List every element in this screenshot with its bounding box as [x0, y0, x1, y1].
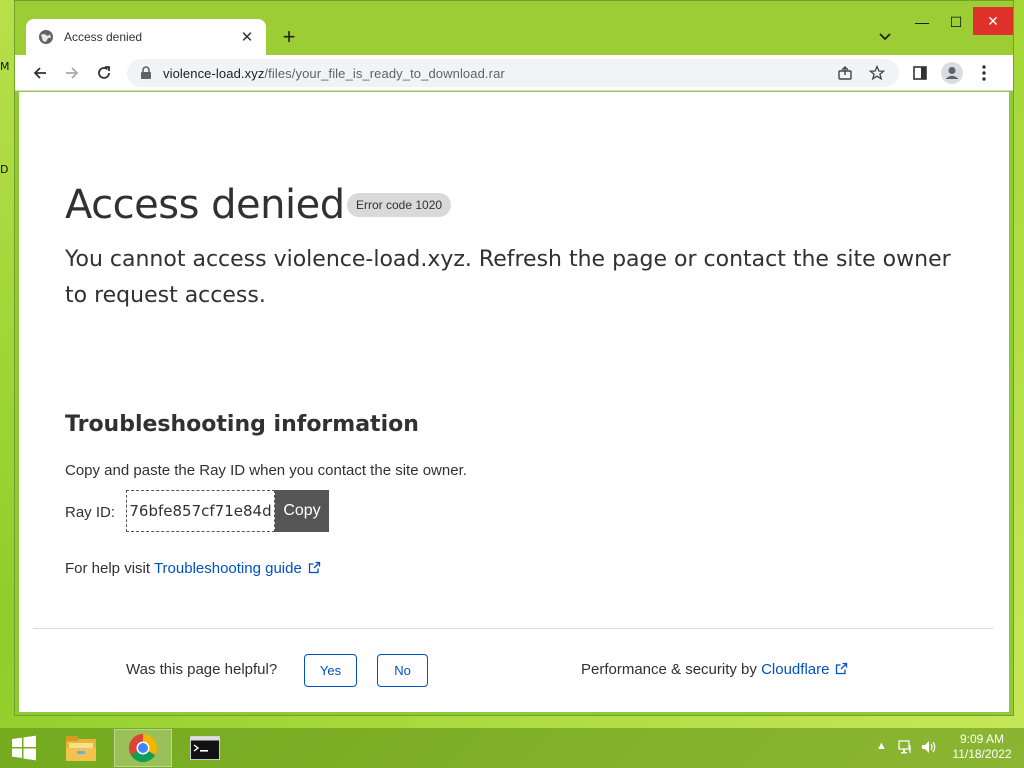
tab-title: Access denied [64, 30, 143, 44]
clock-date: 11/18/2022 [952, 747, 1012, 761]
browser-toolbar: violence-load.xyz/files/your_file_is_rea… [15, 55, 1013, 91]
clock-time: 9:09 AM [959, 732, 1005, 746]
tab-close-icon[interactable]: ✕ [238, 28, 256, 46]
copy-button[interactable]: Copy [275, 490, 329, 532]
start-windows-icon[interactable] [0, 729, 48, 767]
help-prefix: For help visit [65, 560, 154, 577]
no-button[interactable]: No [377, 654, 428, 687]
troubleshooting-heading: Troubleshooting information [65, 412, 419, 437]
error-code-badge: Error code 1020 [347, 193, 452, 217]
chrome-taskbar-icon[interactable] [114, 729, 172, 767]
perf-prefix: Performance & security by [581, 661, 762, 678]
desktop-icon-label-fragment: D [0, 163, 9, 176]
command-prompt-icon[interactable] [176, 729, 234, 767]
lock-icon [141, 66, 151, 79]
external-link-icon [308, 561, 320, 574]
title-bar: Access denied ✕ + — ☐ ✕ [15, 1, 1013, 55]
helpful-question: Was this page helpful? [126, 661, 278, 678]
close-button[interactable]: ✕ [973, 7, 1013, 35]
browser-tab[interactable]: Access denied ✕ [26, 19, 266, 55]
share-icon[interactable] [833, 61, 857, 85]
tab-search-chevron-icon[interactable] [875, 27, 895, 47]
yes-button[interactable]: Yes [304, 654, 357, 687]
ray-id-value[interactable]: 76bfe857cf71e84d [126, 490, 275, 532]
file-explorer-folder-icon[interactable] [52, 729, 110, 767]
copy-instruction: Copy and paste the Ray ID when you conta… [65, 462, 467, 479]
new-tab-button[interactable]: + [277, 25, 301, 49]
profile-avatar-icon[interactable] [939, 60, 965, 86]
address-bar[interactable]: violence-load.xyz/files/your_file_is_rea… [127, 59, 899, 87]
url-path: /files/your_file_is_ready_to_download.ra… [264, 65, 505, 81]
cloudflare-link[interactable]: Cloudflare [761, 661, 829, 678]
help-line: For help visit Troubleshooting guide [65, 560, 321, 577]
globe-icon [39, 30, 53, 44]
tray-overflow-chevron-icon[interactable]: ▲ [876, 740, 887, 752]
back-arrow-icon[interactable] [27, 60, 53, 86]
side-panel-icon[interactable] [907, 60, 933, 86]
external-link-icon [836, 662, 848, 675]
menu-kebab-icon[interactable] [971, 60, 997, 86]
forward-arrow-icon[interactable] [59, 60, 85, 86]
taskbar: ▲ 9:09 AM 11/18/2022 [0, 728, 1024, 768]
bookmark-star-icon[interactable] [865, 61, 889, 85]
reload-icon[interactable] [91, 60, 117, 86]
network-icon[interactable] [898, 739, 914, 758]
taskbar-clock[interactable]: 9:09 AM 11/18/2022 [946, 732, 1018, 762]
performance-line: Performance & security by Cloudflare [581, 661, 848, 678]
page-content: Access denied Error code 1020 You cannot… [19, 92, 1009, 712]
volume-icon[interactable] [920, 739, 938, 758]
access-message: You cannot access violence-load.xyz. Ref… [65, 247, 951, 308]
browser-window: Access denied ✕ + — ☐ ✕ violence-load.xy… [14, 0, 1014, 716]
page-title: Access denied [65, 182, 345, 228]
desktop-icon-label-fragment: M [0, 60, 10, 73]
ray-id-label: Ray ID: [65, 504, 116, 521]
minimize-button[interactable]: — [905, 9, 939, 35]
troubleshooting-guide-link[interactable]: Troubleshooting guide [154, 560, 302, 577]
maximize-button[interactable]: ☐ [939, 9, 973, 35]
url-text: violence-load.xyz/files/your_file_is_rea… [163, 66, 505, 81]
footer-divider [33, 628, 993, 629]
url-domain: violence-load.xyz [163, 65, 265, 81]
